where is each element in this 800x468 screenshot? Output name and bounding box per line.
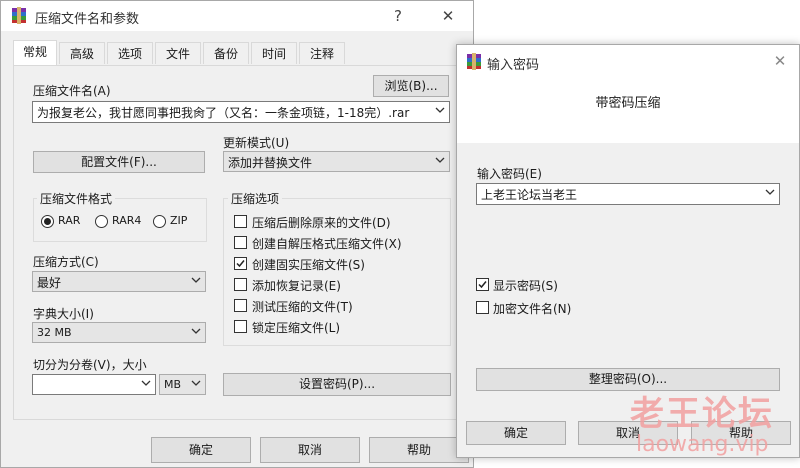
delete-after-checkbox[interactable] [234, 215, 247, 228]
watermark-text: 老王论坛 [630, 394, 774, 434]
format-zip-label: ZIP [170, 214, 188, 227]
password-input-value: 上老王论坛当老王 [481, 188, 578, 202]
checkmark-icon [236, 260, 245, 268]
chevron-down-icon [191, 328, 201, 334]
archive-name-combobox[interactable]: 为报复老公，我甘愿同事把我肏了（又名：一条金项链，1-18完）.rar [32, 101, 450, 123]
update-mode-value: 添加并替换文件 [228, 156, 313, 170]
checkmark-icon [478, 281, 487, 289]
split-size-combobox[interactable] [32, 374, 156, 395]
show-password-checkbox[interactable] [476, 278, 489, 291]
show-password-label: 显示密码(S) [493, 279, 558, 293]
tab-comment[interactable]: 注释 [299, 42, 345, 64]
password-input[interactable]: 上老王论坛当老王 [476, 183, 780, 205]
chevron-down-icon [435, 157, 445, 163]
close-icon[interactable]: ✕ [431, 4, 465, 28]
update-mode-select[interactable]: 添加并替换文件 [223, 151, 450, 172]
watermark-url: laowang.vip [636, 432, 769, 457]
method-label: 压缩方式(C) [33, 255, 99, 269]
password-input-label: 输入密码(E) [477, 167, 542, 181]
chevron-down-icon [141, 380, 151, 386]
tab-general[interactable]: 常规 [13, 40, 57, 66]
format-rar4-radio[interactable] [95, 215, 108, 228]
split-unit-value: MB [164, 378, 182, 391]
method-value: 最好 [37, 276, 62, 290]
browse-button[interactable]: 浏览(B)... [373, 75, 449, 97]
dict-value: 32 MB [37, 326, 72, 339]
ok-button[interactable]: 确定 [151, 437, 251, 463]
main-titlebar: 压缩文件名和参数 ? ✕ [1, 1, 473, 31]
tab-files[interactable]: 文件 [155, 42, 201, 64]
close-icon[interactable]: ✕ [763, 49, 797, 73]
password-ok-button[interactable]: 确定 [466, 421, 566, 445]
delete-after-label: 压缩后删除原来的文件(D) [252, 216, 391, 230]
archive-dialog: 压缩文件名和参数 ? ✕ 常规 高级 选项 文件 备份 时间 注释 压缩文件名(… [0, 0, 474, 468]
profiles-button[interactable]: 配置文件(F)... [33, 151, 205, 173]
main-title: 压缩文件名和参数 [35, 12, 140, 27]
tab-time[interactable]: 时间 [251, 42, 297, 64]
password-titlebar: 输入密码 ✕ [457, 45, 799, 75]
winrar-app-icon [466, 53, 482, 70]
chevron-down-icon [191, 277, 201, 283]
format-rar-radio[interactable] [41, 215, 54, 228]
split-label: 切分为分卷(V)，大小 [33, 358, 147, 372]
archive-name-label: 压缩文件名(A) [33, 84, 111, 98]
test-files-label: 测试压缩的文件(T) [252, 300, 353, 314]
chevron-down-icon [765, 189, 775, 195]
encrypt-names-label: 加密文件名(N) [493, 302, 572, 316]
update-mode-label: 更新模式(U) [223, 136, 290, 150]
solid-label: 创建固实压缩文件(S) [252, 258, 365, 272]
sfx-checkbox[interactable] [234, 236, 247, 249]
sfx-label: 创建自解压格式压缩文件(X) [252, 237, 402, 251]
dict-select[interactable]: 32 MB [32, 322, 206, 343]
tab-options[interactable]: 选项 [107, 42, 153, 64]
recovery-record-label: 添加恢复记录(E) [252, 279, 341, 293]
recovery-record-checkbox[interactable] [234, 278, 247, 291]
solid-checkbox[interactable] [234, 257, 247, 270]
split-unit-select[interactable]: MB [159, 374, 206, 395]
help-title-button[interactable]: ? [381, 4, 415, 28]
encrypt-names-checkbox[interactable] [476, 301, 489, 314]
dict-label: 字典大小(I) [33, 307, 94, 321]
tab-advanced[interactable]: 高级 [59, 42, 105, 64]
tab-backup[interactable]: 备份 [203, 42, 249, 64]
chevron-down-icon [435, 107, 445, 113]
lock-archive-checkbox[interactable] [234, 320, 247, 333]
format-rar-label: RAR [58, 214, 81, 227]
format-zip-radio[interactable] [153, 215, 166, 228]
options-group-title: 压缩选项 [228, 190, 283, 207]
password-header: 带密码压缩 [595, 96, 661, 111]
archive-name-value: 为报复老公，我甘愿同事把我肏了（又名：一条金项链，1-18完）.rar [37, 106, 410, 120]
help-button[interactable]: 帮助 [369, 437, 469, 463]
lock-archive-label: 锁定压缩文件(L) [252, 321, 341, 335]
password-title: 输入密码 [487, 58, 540, 73]
winrar-app-icon [11, 7, 27, 24]
test-files-checkbox[interactable] [234, 299, 247, 312]
method-select[interactable]: 最好 [32, 271, 206, 292]
format-group-title: 压缩文件格式 [37, 190, 116, 207]
set-password-button[interactable]: 设置密码(P)... [223, 373, 451, 396]
chevron-down-icon [191, 380, 201, 386]
cancel-button[interactable]: 取消 [260, 437, 360, 463]
format-rar4-label: RAR4 [112, 214, 142, 227]
